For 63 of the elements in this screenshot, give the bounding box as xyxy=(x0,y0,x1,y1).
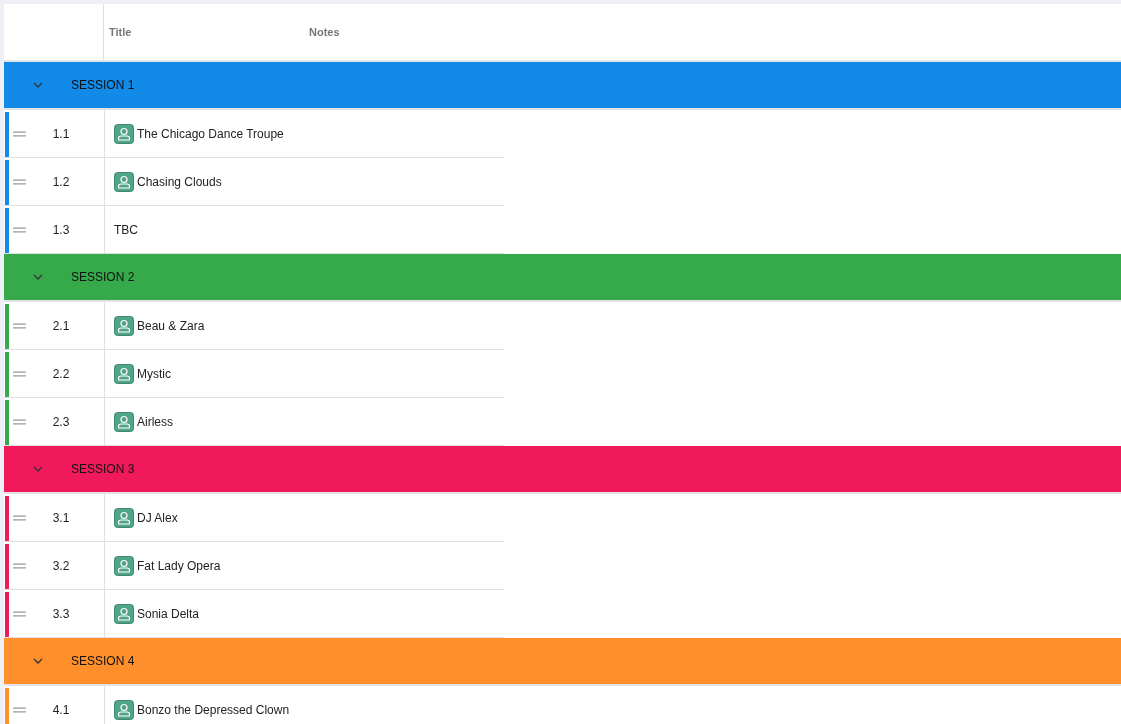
item-title: Bonzo the Depressed Clown xyxy=(137,702,290,717)
person-icon xyxy=(114,603,134,624)
chevron-icon[interactable] xyxy=(33,274,43,280)
color-bar xyxy=(5,208,9,253)
person-icon xyxy=(114,315,134,336)
person-icon xyxy=(114,555,134,576)
drag-handle-icon[interactable] xyxy=(13,130,26,137)
color-bar xyxy=(5,304,9,349)
item-number: 1.1 xyxy=(51,126,71,141)
item-title: The Chicago Dance Troupe xyxy=(137,126,284,141)
item-number: 2.2 xyxy=(51,366,71,381)
drag-handle-icon[interactable] xyxy=(13,370,26,377)
item-title: TBC xyxy=(114,222,138,237)
column-header[interactable]: Title xyxy=(109,26,309,38)
session-title: SESSION 4 xyxy=(71,654,135,668)
drag-handle-icon[interactable] xyxy=(13,706,26,713)
drag-handle-icon[interactable] xyxy=(13,514,26,521)
session-title: SESSION 1 xyxy=(71,78,135,92)
item-title: Sonia Delta xyxy=(137,606,200,621)
session-header[interactable]: SESSION 4 xyxy=(4,638,1121,686)
item-number: 3.3 xyxy=(51,606,71,621)
item-title: Mystic xyxy=(137,366,171,381)
drag-handle-icon[interactable] xyxy=(13,226,26,233)
item-title: DJ Alex xyxy=(137,510,178,525)
item-number: 4.1 xyxy=(51,702,71,717)
item-number: 2.1 xyxy=(51,318,71,333)
color-bar xyxy=(5,112,9,157)
item-number: 1.2 xyxy=(51,174,71,189)
color-bar xyxy=(5,352,9,397)
color-bar xyxy=(5,400,9,445)
person-icon xyxy=(114,411,134,432)
person-icon xyxy=(114,363,134,384)
item-title: Beau & Zara xyxy=(137,318,205,333)
session-header[interactable]: SESSION 2 xyxy=(4,254,1121,302)
drag-handle-icon[interactable] xyxy=(13,178,26,185)
drag-handle-icon[interactable] xyxy=(13,610,26,617)
color-bar xyxy=(5,496,9,541)
person-icon xyxy=(114,123,134,144)
person-icon xyxy=(114,507,134,528)
item-title: Airless xyxy=(137,414,173,429)
person-icon xyxy=(114,171,134,192)
session-title: SESSION 3 xyxy=(71,462,135,476)
item-number: 3.1 xyxy=(51,510,71,525)
item-title: Fat Lady Opera xyxy=(137,558,221,573)
chevron-icon[interactable] xyxy=(33,82,43,88)
item-number: 2.3 xyxy=(51,414,71,429)
drag-handle-icon[interactable] xyxy=(13,322,26,329)
chevron-icon[interactable] xyxy=(33,658,43,664)
session-title: SESSION 2 xyxy=(71,270,135,284)
session-header[interactable]: SESSION 1 xyxy=(4,62,1121,110)
color-bar xyxy=(5,544,9,589)
column-header[interactable]: Notes xyxy=(309,26,340,38)
person-icon xyxy=(114,699,134,720)
color-bar xyxy=(5,592,9,637)
chevron-icon[interactable] xyxy=(33,466,43,472)
drag-handle-icon[interactable] xyxy=(13,418,26,425)
item-number: 3.2 xyxy=(51,558,71,573)
drag-handle-icon[interactable] xyxy=(13,562,26,569)
color-bar xyxy=(5,688,9,724)
color-bar xyxy=(5,160,9,205)
session-header[interactable]: SESSION 3 xyxy=(4,446,1121,494)
item-number: 1.3 xyxy=(51,222,71,237)
item-title: Chasing Clouds xyxy=(137,174,222,189)
